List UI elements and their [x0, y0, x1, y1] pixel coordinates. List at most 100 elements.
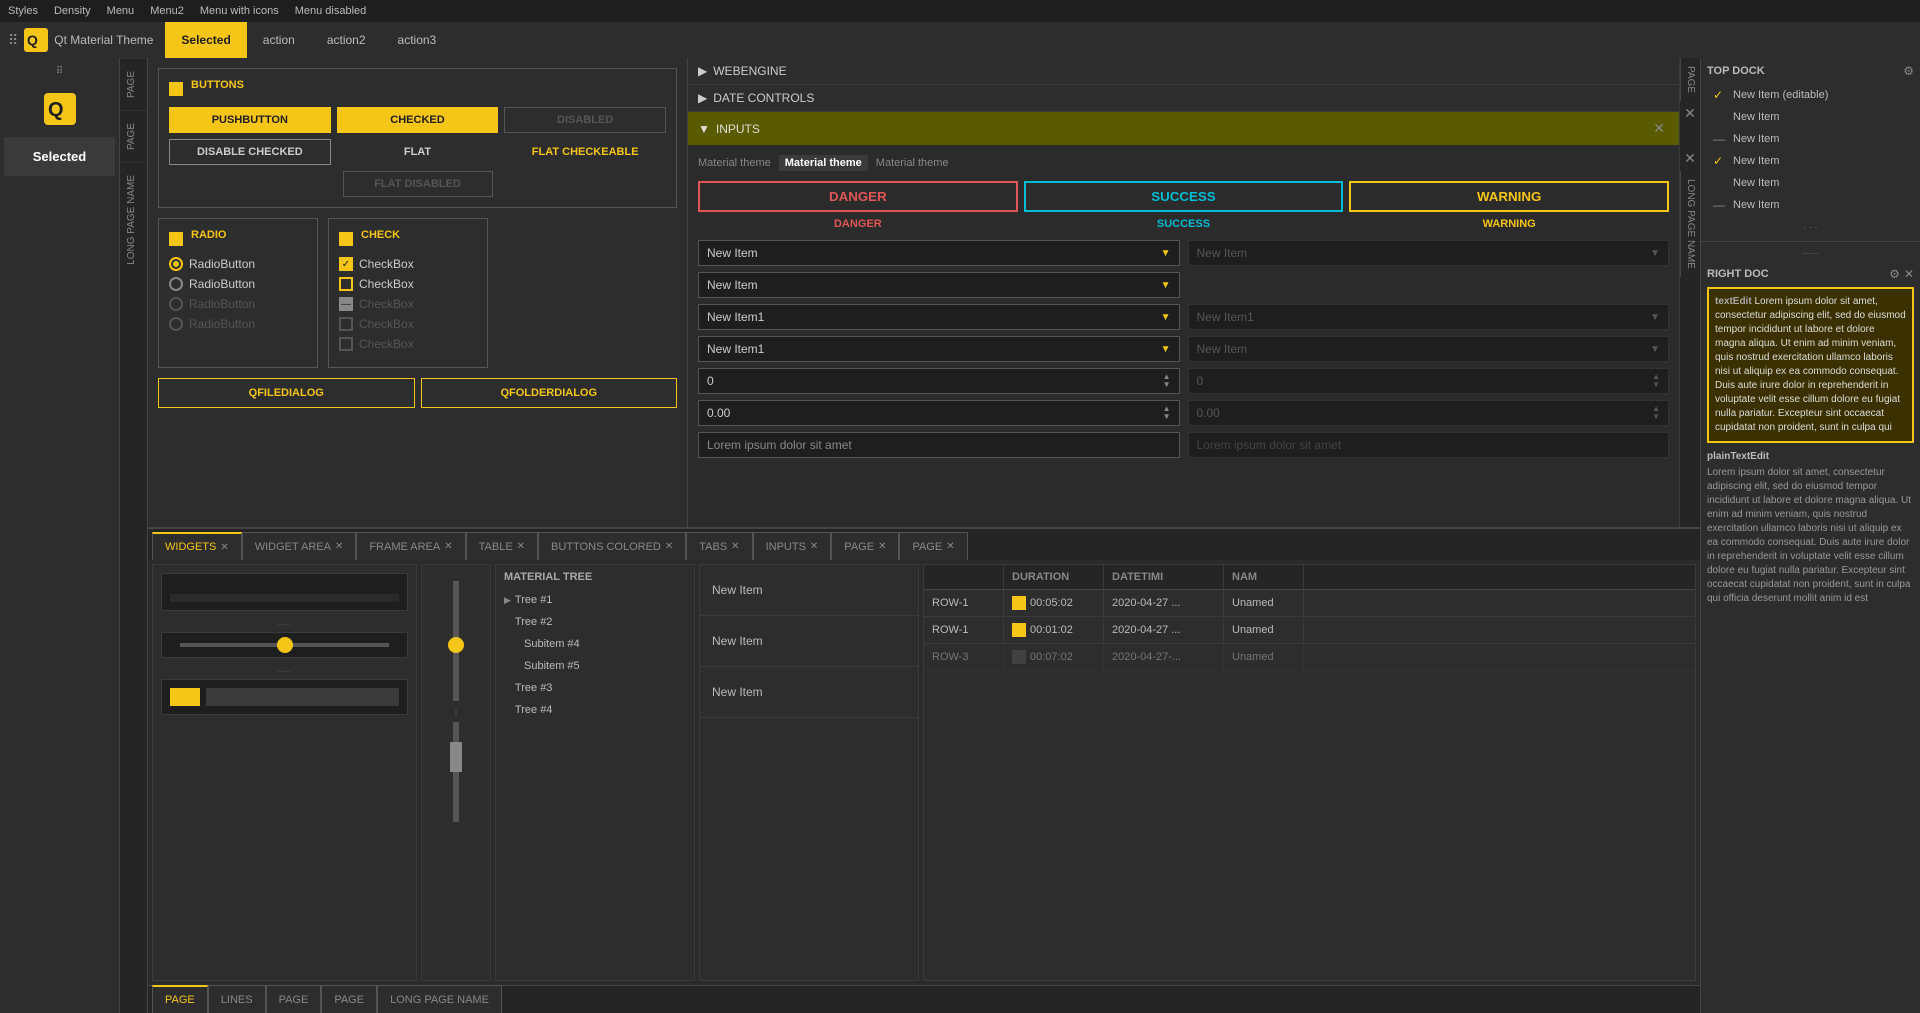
- combo-3[interactable]: New Item1 ▼: [698, 304, 1180, 330]
- lower-tab-lines[interactable]: LINES: [208, 985, 266, 1013]
- check-item-5[interactable]: CheckBox: [339, 337, 477, 351]
- tree-item-6[interactable]: ▶ Tree #4: [496, 699, 694, 721]
- combo-2[interactable]: New Item ▼: [698, 272, 1180, 298]
- tab-table[interactable]: TABLE ✕: [466, 532, 538, 560]
- flat-checkable-button[interactable]: FLAT CHECKEABLE: [504, 139, 666, 165]
- table-row-2[interactable]: ROW-1 00:01:02 2020-04-27 ... Unamed: [924, 617, 1695, 644]
- table-row-1[interactable]: ROW-1 00:05:02 2020-04-27 ... Unamed: [924, 590, 1695, 617]
- right-doc-settings-icon[interactable]: ⚙: [1889, 267, 1900, 281]
- tab-action3[interactable]: action3: [382, 22, 453, 58]
- tree-item-3[interactable]: Subitem #4: [496, 633, 694, 655]
- tree-item-1[interactable]: ▶ Tree #1: [496, 589, 694, 611]
- radio-item-3[interactable]: RadioButton: [169, 297, 307, 311]
- spin-2-down[interactable]: ▼: [1163, 413, 1171, 421]
- vert-scroll-thumb[interactable]: [450, 742, 462, 772]
- webengine-row[interactable]: ▶ WEBENGINE: [688, 58, 1679, 85]
- tab-tabs[interactable]: TABS ✕: [686, 532, 752, 560]
- tab-page-2-close[interactable]: ✕: [946, 541, 954, 552]
- menu-menu2[interactable]: Menu2: [150, 5, 184, 17]
- dock-item-4[interactable]: ✓ New Item: [1707, 150, 1914, 172]
- right-page-tab-1[interactable]: PAGE: [1680, 58, 1700, 101]
- pushbutton[interactable]: PUSHBUTTON: [169, 107, 331, 133]
- radio-item-2[interactable]: RadioButton: [169, 277, 307, 291]
- tree-item-2[interactable]: ▶ Tree #2: [496, 611, 694, 633]
- tab-inputs[interactable]: INPUTS ✕: [753, 532, 832, 560]
- page-tab-vert-2[interactable]: PAGE: [120, 110, 147, 162]
- dock-item-2[interactable]: — New Item: [1707, 106, 1914, 128]
- dock-item-6[interactable]: — New Item: [1707, 194, 1914, 216]
- qfolderdialog-button[interactable]: QFOLDERDIALOG: [421, 378, 678, 408]
- checkbox-5[interactable]: [339, 337, 353, 351]
- inputs-close-button[interactable]: ✕: [1649, 118, 1669, 139]
- menu-density[interactable]: Density: [54, 5, 91, 17]
- tab-widgets-close[interactable]: ✕: [220, 542, 228, 553]
- sidebar-selected-button[interactable]: Selected: [4, 137, 115, 176]
- tab-table-close[interactable]: ✕: [517, 541, 525, 552]
- tab-page-2[interactable]: PAGE ✕: [899, 532, 967, 560]
- spin-1-down[interactable]: ▼: [1163, 381, 1171, 389]
- dock-item-3[interactable]: — New Item: [1707, 128, 1914, 150]
- menu-with-icons[interactable]: Menu with icons: [200, 5, 279, 17]
- lower-tab-page-3[interactable]: PAGE: [321, 985, 377, 1013]
- plain-text-content[interactable]: Lorem ipsum dolor sit amet, consectetur …: [1707, 466, 1914, 606]
- success-button[interactable]: SUCCESS: [1024, 181, 1344, 212]
- tab-inputs-close[interactable]: ✕: [810, 541, 818, 552]
- tab-widget-area-close[interactable]: ✕: [335, 541, 343, 552]
- checkbox-3[interactable]: —: [339, 297, 353, 311]
- right-doc-close-icon[interactable]: ✕: [1904, 267, 1914, 281]
- qfiledialog-button[interactable]: QFILEDIALOG: [158, 378, 415, 408]
- radio-item-4[interactable]: RadioButton: [169, 317, 307, 331]
- spinbox-2[interactable]: 0.00 ▲ ▼: [698, 400, 1180, 426]
- tab-action2[interactable]: action2: [311, 22, 382, 58]
- tree-item-4[interactable]: Subitem #5: [496, 655, 694, 677]
- combo-1[interactable]: New Item ▼: [698, 240, 1180, 266]
- slider-thumb[interactable]: [277, 637, 293, 653]
- tab-page-1-close[interactable]: ✕: [878, 541, 886, 552]
- checkbox-1[interactable]: ✓: [339, 257, 353, 271]
- tab-buttons-colored-close[interactable]: ✕: [665, 541, 673, 552]
- menu-menu[interactable]: Menu: [107, 5, 135, 17]
- warning-button[interactable]: WARNING: [1349, 181, 1669, 212]
- widget-slider[interactable]: [161, 632, 408, 658]
- tab-selected[interactable]: Selected: [165, 22, 246, 58]
- spin-2-arrows[interactable]: ▲ ▼: [1163, 405, 1171, 421]
- list-item-2[interactable]: New Item: [700, 616, 918, 667]
- check-item-1[interactable]: ✓ CheckBox: [339, 257, 477, 271]
- spinbox-1[interactable]: 0 ▲ ▼: [698, 368, 1180, 394]
- tab-tabs-close[interactable]: ✕: [731, 541, 739, 552]
- danger-button[interactable]: DANGER: [698, 181, 1018, 212]
- combo-4[interactable]: New Item1 ▼: [698, 336, 1180, 362]
- tab-widgets[interactable]: WIDGETS ✕: [152, 532, 242, 560]
- check-item-4[interactable]: CheckBox: [339, 317, 477, 331]
- tab-widget-area[interactable]: WIDGET AREA ✕: [242, 532, 357, 560]
- tab-page-1[interactable]: PAGE ✕: [831, 532, 899, 560]
- flat-button[interactable]: FLAT: [337, 139, 499, 165]
- menu-styles[interactable]: Styles: [8, 5, 38, 17]
- list-item-3[interactable]: New Item: [700, 667, 918, 718]
- page-tab-vert-1[interactable]: PAGE: [120, 58, 147, 110]
- text-input-1[interactable]: Lorem ipsum dolor sit amet: [698, 432, 1180, 458]
- radio-item-1[interactable]: RadioButton: [169, 257, 307, 271]
- checkbox-4[interactable]: [339, 317, 353, 331]
- color-input[interactable]: [206, 688, 399, 706]
- tree-item-5[interactable]: ▶ Tree #3: [496, 677, 694, 699]
- inputs-header[interactable]: ▼ INPUTS ✕: [688, 112, 1679, 145]
- disable-checked-button[interactable]: DISABLE CHECKED: [169, 139, 331, 165]
- lower-tab-page-2[interactable]: PAGE: [266, 985, 322, 1013]
- tab-frame-area-close[interactable]: ✕: [444, 541, 452, 552]
- lower-tab-page-1[interactable]: PAGE: [152, 985, 208, 1013]
- spin-1-arrows[interactable]: ▲ ▼: [1163, 373, 1171, 389]
- tab-frame-area[interactable]: FRAME AREA ✕: [356, 532, 465, 560]
- vert-slider-thumb[interactable]: [448, 637, 464, 653]
- page-tab-vert-3[interactable]: LONG PAGE NAME: [120, 162, 147, 277]
- checkbox-2[interactable]: [339, 277, 353, 291]
- menu-disabled[interactable]: Menu disabled: [295, 5, 367, 17]
- top-dock-settings-icon[interactable]: ⚙: [1903, 64, 1914, 78]
- list-item-1[interactable]: New Item: [700, 565, 918, 616]
- dock-resize-handle[interactable]: ......: [1701, 242, 1920, 261]
- date-controls-row[interactable]: ▶ DATE CONTROLS: [688, 85, 1679, 112]
- right-page-tab-2[interactable]: LONG PAGE NAME: [1680, 171, 1700, 277]
- tab-buttons-colored[interactable]: BUTTONS COLORED ✕: [538, 532, 686, 560]
- check-item-2[interactable]: CheckBox: [339, 277, 477, 291]
- check-item-3[interactable]: — CheckBox: [339, 297, 477, 311]
